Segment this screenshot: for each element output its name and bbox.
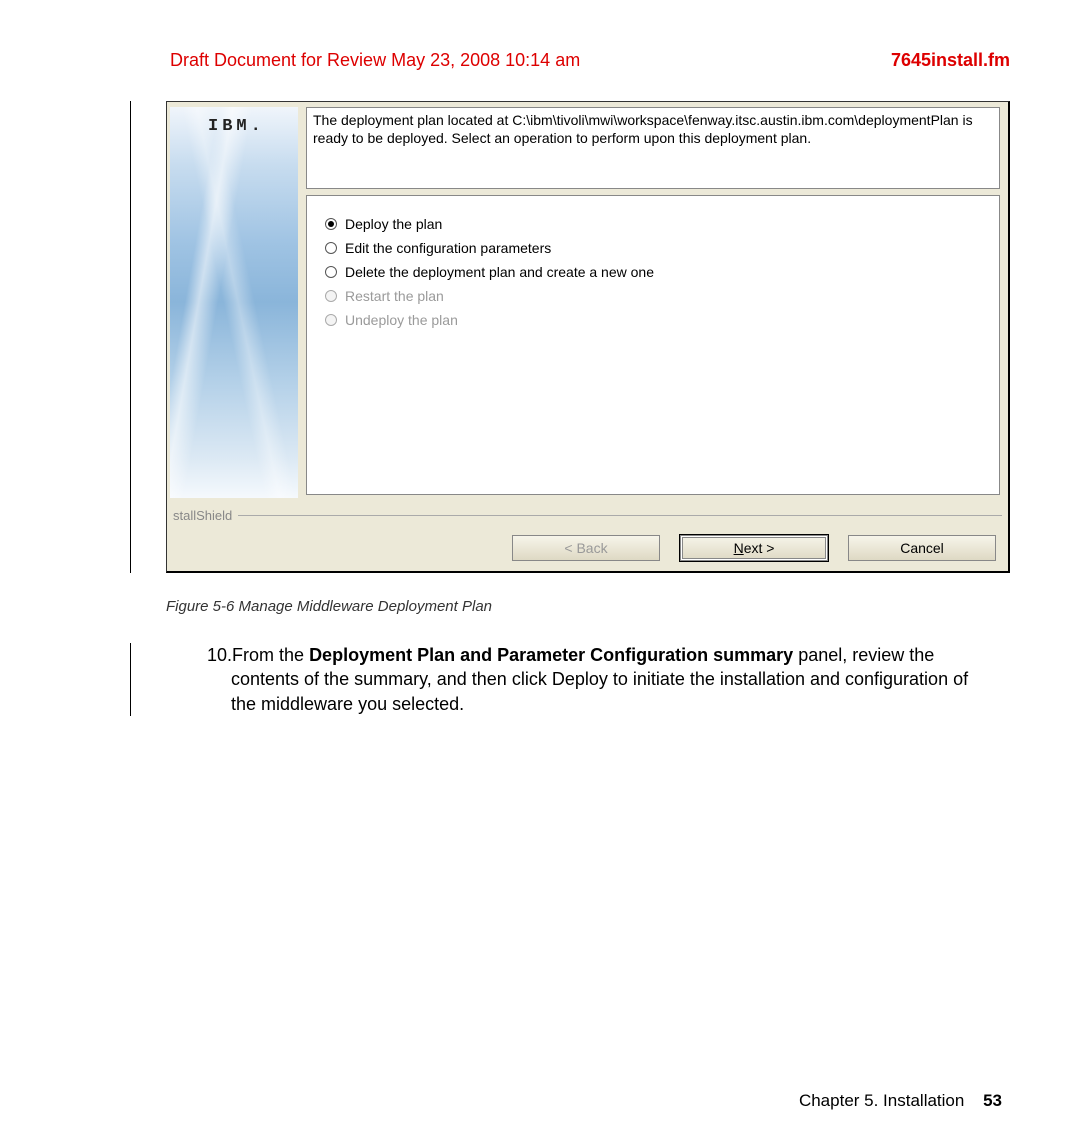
cancel-button[interactable]: Cancel bbox=[848, 535, 996, 561]
next-label: N bbox=[734, 540, 744, 556]
radio-icon[interactable] bbox=[325, 218, 337, 230]
radio-label: Deploy the plan bbox=[345, 216, 442, 232]
ibm-logo: IBM. bbox=[208, 117, 265, 136]
footer-page: 53 bbox=[983, 1091, 1002, 1110]
radio-label: Undeploy the plan bbox=[345, 312, 458, 328]
installer-dialog: IBM. The deployment plan located at C:\i… bbox=[166, 101, 1010, 573]
radio-undeploy: Undeploy the plan bbox=[317, 312, 989, 328]
radio-icon bbox=[325, 314, 337, 326]
draft-header: Draft Document for Review May 23, 2008 1… bbox=[170, 50, 580, 71]
back-button: < Back bbox=[512, 535, 660, 561]
options-group: Deploy the plan Edit the configuration p… bbox=[306, 195, 1000, 495]
radio-edit[interactable]: Edit the configuration parameters bbox=[317, 240, 989, 256]
radio-label: Edit the configuration parameters bbox=[345, 240, 551, 256]
radio-icon[interactable] bbox=[325, 242, 337, 254]
installshield-label: stallShield bbox=[167, 503, 1008, 527]
description-text: The deployment plan located at C:\ibm\ti… bbox=[306, 107, 1000, 189]
figure-caption: Figure 5-6 Manage Middleware Deployment … bbox=[166, 598, 1010, 615]
radio-label: Delete the deployment plan and create a … bbox=[345, 264, 654, 280]
step-10-text: 10.From the Deployment Plan and Paramete… bbox=[207, 643, 990, 716]
side-panel-graphic: IBM. bbox=[170, 107, 298, 498]
footer-chapter: Chapter 5. Installation bbox=[799, 1091, 964, 1110]
next-button[interactable]: Next > bbox=[680, 535, 828, 561]
radio-icon bbox=[325, 290, 337, 302]
filename-header: 7645install.fm bbox=[891, 50, 1010, 71]
radio-restart: Restart the plan bbox=[317, 288, 989, 304]
radio-label: Restart the plan bbox=[345, 288, 444, 304]
radio-deploy[interactable]: Deploy the plan bbox=[317, 216, 989, 232]
radio-icon[interactable] bbox=[325, 266, 337, 278]
radio-delete[interactable]: Delete the deployment plan and create a … bbox=[317, 264, 989, 280]
